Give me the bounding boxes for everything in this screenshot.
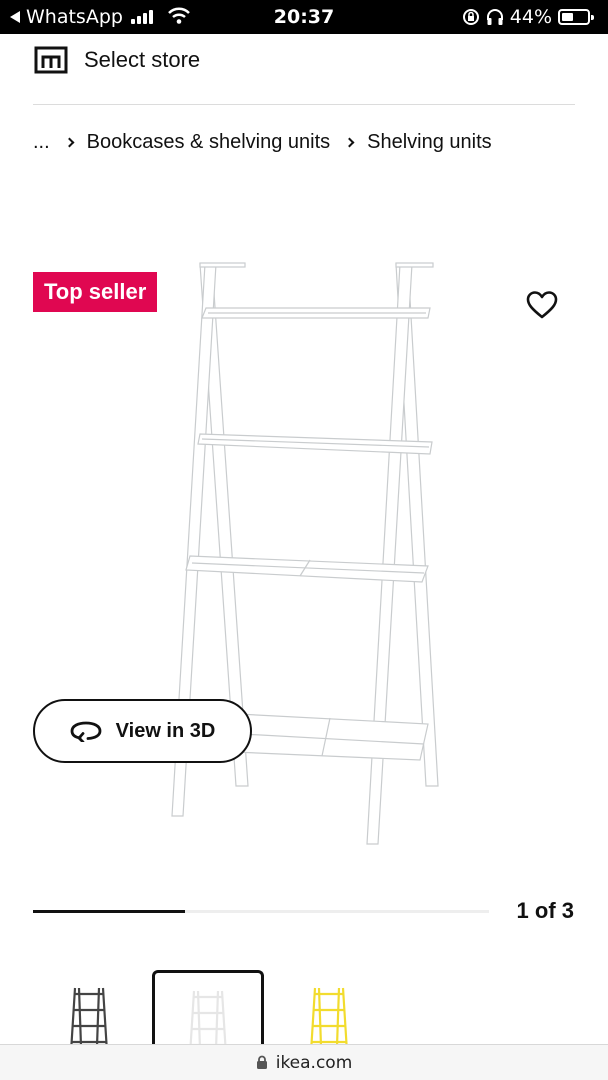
breadcrumb-item-shelving-units[interactable]: Shelving units	[367, 131, 492, 154]
battery-percent: 44%	[509, 6, 552, 28]
product-image[interactable]	[150, 256, 460, 856]
image-counter: 1 of 3	[516, 898, 574, 923]
rotate-3d-icon	[70, 721, 102, 742]
select-store-label: Select store	[84, 47, 201, 72]
battery-icon	[558, 9, 594, 25]
chevron-right-icon	[64, 137, 75, 148]
view-in-3d-button[interactable]: View in 3D	[33, 699, 252, 763]
top-seller-badge: Top seller	[33, 272, 158, 312]
breadcrumb: ... Bookcases & shelving units Shelving …	[33, 131, 492, 154]
select-store-button[interactable]: Select store	[34, 44, 200, 76]
status-bar: WhatsApp 20:37 44%	[0, 0, 608, 34]
rotation-lock-icon	[462, 9, 479, 25]
lock-icon	[256, 1055, 267, 1069]
view-in-3d-label: View in 3D	[115, 719, 216, 742]
browser-url-bar[interactable]: ikea.com	[0, 1044, 608, 1080]
breadcrumb-item-bookcases[interactable]: Bookcases & shelving units	[87, 131, 330, 154]
divider	[33, 104, 575, 105]
chevron-right-icon	[344, 137, 355, 148]
gallery-progress-track[interactable]	[33, 910, 489, 913]
store-icon	[34, 46, 68, 74]
gallery-progress-fill	[33, 910, 185, 913]
favorite-heart-icon[interactable]	[526, 290, 558, 320]
headphones-icon	[486, 9, 503, 25]
url-text: ikea.com	[275, 1052, 353, 1073]
breadcrumb-ellipsis[interactable]: ...	[33, 131, 50, 154]
